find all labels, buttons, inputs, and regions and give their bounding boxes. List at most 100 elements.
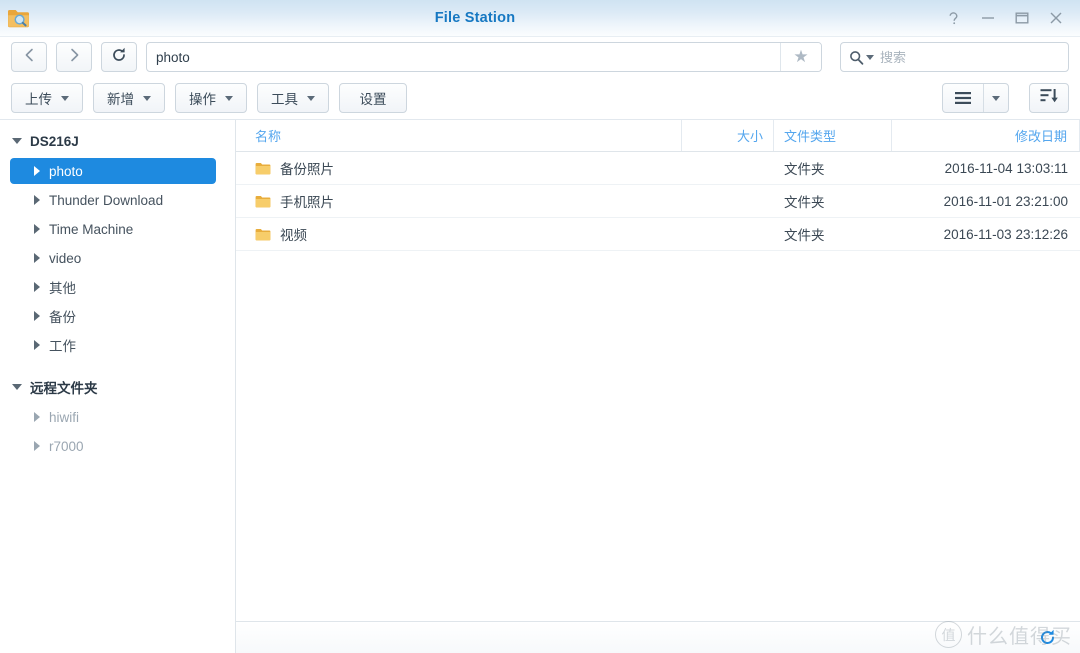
refresh-icon [111, 47, 127, 68]
file-date-cell: 2016-11-03 23:12:26 [943, 226, 1068, 242]
file-type-cell: 文件夹 [784, 195, 825, 210]
chevron-left-icon [24, 48, 35, 67]
search-box[interactable] [840, 42, 1069, 72]
settings-button-label: 设置 [359, 92, 387, 107]
path-input[interactable] [147, 43, 780, 71]
navigation-bar: ★ [0, 37, 1080, 77]
chevron-down-icon [12, 384, 22, 390]
sidebar-item-thunder-download[interactable]: Thunder Download [10, 187, 216, 213]
file-date-cell: 2016-11-04 13:03:11 [944, 160, 1068, 176]
file-list-rows: 备份照片 文件夹 2016-11-04 13:03:11 手机照片 文件夹 20… [236, 152, 1080, 621]
chevron-down-icon [992, 95, 1000, 101]
file-date-cell: 2016-11-01 23:21:00 [943, 193, 1068, 209]
action-toolbar: 上传 新增 操作 工具 设置 [0, 77, 1080, 119]
sidebar-item-photo[interactable]: photo [10, 158, 216, 184]
search-icon [849, 50, 874, 65]
file-list-header: 名称 大小 文件类型 修改日期 [236, 120, 1080, 152]
chevron-right-icon [69, 48, 80, 67]
search-input[interactable] [874, 49, 1060, 65]
column-header-date[interactable]: 修改日期 [892, 120, 1080, 151]
sidebar-item-r7000[interactable]: r7000 [10, 433, 216, 459]
sidebar-item-time-machine[interactable]: Time Machine [10, 216, 216, 242]
file-name-label: 手机照片 [280, 195, 334, 210]
table-row[interactable]: 视频 文件夹 2016-11-03 23:12:26 [236, 218, 1080, 251]
file-station-window: File Station photo ★ 搜索 上传 新增 操作 工具 设置 D… [0, 0, 1080, 653]
upload-button[interactable]: 上传 [11, 83, 83, 113]
sidebar-item-backup[interactable]: 备份 [10, 303, 216, 329]
sidebar-group-ds216j[interactable]: DS216J [0, 128, 235, 154]
chevron-right-icon [34, 282, 40, 292]
table-row[interactable]: 手机照片 文件夹 2016-11-01 23:21:00 [236, 185, 1080, 218]
status-bar [236, 621, 1080, 653]
file-name-label: 备份照片 [280, 162, 334, 177]
maximize-icon[interactable] [1012, 8, 1032, 28]
sidebar-item-other[interactable]: 其他 [10, 274, 216, 300]
sidebar-group-label: 远程文件夹 [30, 381, 98, 396]
window-controls [944, 8, 1072, 28]
file-name-cell: 备份照片 [236, 152, 682, 184]
chevron-down-icon [61, 95, 69, 101]
sidebar-item-label: 备份 [49, 310, 76, 325]
sidebar-item-label: 其他 [49, 281, 76, 296]
chevron-down-icon [307, 95, 315, 101]
sidebar-item-label: Thunder Download [49, 192, 164, 208]
chevron-right-icon [34, 166, 40, 176]
chevron-right-icon [34, 412, 40, 422]
create-button[interactable]: 新增 [93, 83, 165, 113]
view-mode-dropdown[interactable] [983, 84, 1008, 112]
upload-button-label: 上传 [25, 92, 52, 107]
folder-icon [255, 228, 271, 241]
file-list-pane: 名称 大小 文件类型 修改日期 备份照片 文件夹 2016-11-04 13:0… [236, 120, 1080, 653]
help-icon[interactable] [944, 8, 964, 28]
chevron-down-icon [225, 95, 233, 101]
path-field-wrapper: ★ [146, 42, 822, 72]
file-type-cell: 文件夹 [784, 162, 825, 177]
action-button[interactable]: 操作 [175, 83, 247, 113]
file-size-cell [682, 152, 774, 184]
forward-button[interactable] [56, 42, 92, 72]
chevron-right-icon [34, 224, 40, 234]
sidebar-item-hiwifi[interactable]: hiwifi [10, 404, 216, 430]
tools-button-label: 工具 [271, 92, 298, 107]
refresh-button[interactable] [101, 42, 137, 72]
main-body: DS216J photo Thunder Download Time Machi… [0, 119, 1080, 653]
folder-search-icon [6, 7, 32, 31]
sidebar-item-label: photo [49, 163, 83, 179]
sidebar-group-label: DS216J [30, 133, 79, 149]
close-icon[interactable] [1046, 8, 1066, 28]
sidebar-item-label: video [49, 250, 82, 266]
file-size-cell [682, 185, 774, 217]
chevron-right-icon [34, 311, 40, 321]
sidebar-group-remote-folders[interactable]: 远程文件夹 [0, 374, 235, 400]
chevron-right-icon [34, 340, 40, 350]
back-button[interactable] [11, 42, 47, 72]
sort-button[interactable] [1029, 83, 1069, 113]
list-view-icon[interactable] [943, 84, 983, 112]
chevron-right-icon [34, 441, 40, 451]
column-header-size[interactable]: 大小 [682, 120, 774, 151]
column-header-name[interactable]: 名称 [236, 120, 682, 151]
star-icon[interactable]: ★ [780, 43, 821, 71]
title-bar: File Station [0, 0, 1080, 37]
chevron-right-icon [34, 195, 40, 205]
sidebar-item-label: Time Machine [49, 221, 134, 237]
sidebar-tree: DS216J photo Thunder Download Time Machi… [0, 120, 236, 653]
table-row[interactable]: 备份照片 文件夹 2016-11-04 13:03:11 [236, 152, 1080, 185]
column-header-type[interactable]: 文件类型 [774, 120, 892, 151]
sort-descending-icon [1040, 88, 1058, 108]
sidebar-item-video[interactable]: video [10, 245, 216, 271]
chevron-down-icon [866, 54, 874, 60]
file-name-cell: 视频 [236, 218, 682, 250]
tools-button[interactable]: 工具 [257, 83, 329, 113]
file-name-cell: 手机照片 [236, 185, 682, 217]
window-title: File Station [434, 10, 516, 26]
folder-icon [255, 162, 271, 175]
sidebar-item-work[interactable]: 工作 [10, 332, 216, 358]
chevron-down-icon [12, 138, 22, 144]
sync-icon[interactable] [1039, 629, 1056, 646]
action-button-label: 操作 [189, 92, 216, 107]
file-type-cell: 文件夹 [784, 228, 825, 243]
sidebar-item-label: hiwifi [49, 409, 80, 425]
minimize-icon[interactable] [978, 8, 998, 28]
settings-button[interactable]: 设置 [339, 83, 407, 113]
